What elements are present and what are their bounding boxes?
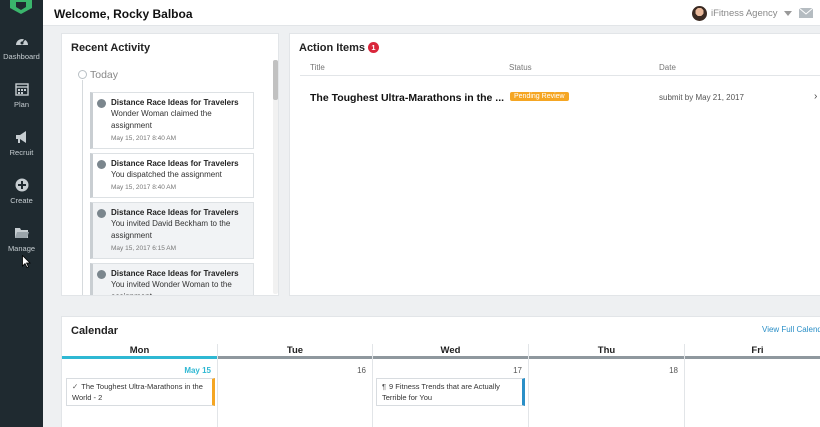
user-icon <box>97 209 106 218</box>
calendar-icon <box>14 81 30 97</box>
recent-activity-panel: Recent Activity Today Distance Race Idea… <box>61 33 279 296</box>
activity-description: You dispatched the assignment <box>111 170 222 179</box>
day-header: Mon <box>62 344 217 359</box>
activity-scrollbar[interactable] <box>273 60 278 294</box>
sidebar-item-label: Plan <box>13 100 29 109</box>
sidebar-item-label: Recruit <box>9 148 34 157</box>
timeline-dot <box>78 70 87 79</box>
scrollbar-thumb[interactable] <box>273 60 278 100</box>
activity-time: May 15, 2017 6:15 AM <box>111 245 177 252</box>
calendar-event[interactable]: ¶ 9 Fitness Trends that are Actually Terr… <box>376 378 525 406</box>
timeline-line <box>82 80 83 295</box>
calendar-event[interactable]: ✓ The Toughest Ultra-Marathons in the Wor… <box>66 378 215 406</box>
day-number: May 15 <box>184 366 211 375</box>
activity-item[interactable]: Distance Race Ideas for Travelers Wonder… <box>90 92 254 149</box>
calendar-day-mon[interactable]: Mon May 15 ✓ The Toughest Ultra-Marathons… <box>62 344 218 427</box>
sidebar-item-dashboard[interactable]: Dashboard <box>0 33 43 61</box>
welcome-message: Welcome, Rocky Balboa <box>54 7 193 21</box>
nike-icon: ✓ <box>72 382 79 391</box>
calendar-day-thu[interactable]: Thu 18 <box>529 344 685 427</box>
top-header: Welcome, Rocky Balboa iFitness Agency ⋮ <box>43 0 820 26</box>
sidebar-item-recruit[interactable]: Recruit <box>0 129 43 157</box>
activity-title: Distance Race Ideas for Travelers <box>111 269 239 278</box>
mail-icon[interactable] <box>799 8 813 18</box>
action-items-title: Action Items <box>299 42 366 54</box>
sidebar-item-plan[interactable]: Plan <box>0 81 43 109</box>
action-items-header: Title Status Date <box>300 61 820 76</box>
day-number: 18 <box>669 366 678 375</box>
arrow-circle-icon <box>97 99 106 108</box>
activity-description: Wonder Woman claimed the assignment <box>111 109 212 130</box>
day-number: 17 <box>513 366 522 375</box>
action-items-count-badge: 1 <box>368 42 379 53</box>
agency-switcher[interactable]: iFitness Agency ⋮ <box>692 5 810 21</box>
column-header-title[interactable]: Title <box>310 63 325 72</box>
event-title: 9 Fitness Trends that are Actually Terri… <box>382 382 500 402</box>
day-number: 16 <box>357 366 366 375</box>
avatar <box>692 5 707 21</box>
calendar-day-fri[interactable]: Fri <box>685 344 820 427</box>
activity-time: May 15, 2017 8:40 AM <box>111 135 177 142</box>
mouse-cursor-icon <box>22 255 31 268</box>
calendar-day-tue[interactable]: Tue 16 <box>218 344 373 427</box>
table-row[interactable]: The Toughest Ultra-Marathons in the ... … <box>300 86 820 110</box>
megaphone-icon <box>14 129 30 145</box>
sidebar-item-label: Create <box>10 196 33 205</box>
activity-title: Distance Race Ideas for Travelers <box>111 208 239 217</box>
day-header: Wed <box>373 344 528 359</box>
recent-activity-title: Recent Activity <box>71 42 151 54</box>
action-item-date: submit by May 21, 2017 <box>659 93 744 102</box>
plus-circle-icon <box>14 177 30 193</box>
activity-time: May 15, 2017 8:40 AM <box>111 184 177 191</box>
agency-name: iFitness Agency <box>711 7 778 19</box>
action-items-panel: Action Items 1 Title Status Date The Tou… <box>289 33 820 296</box>
day-header: Tue <box>218 344 372 359</box>
user-icon <box>97 270 106 279</box>
day-header: Thu <box>529 344 684 359</box>
sidebar-item-manage[interactable]: Manage <box>0 225 43 253</box>
event-title: The Toughest Ultra-Marathons in the Worl… <box>72 382 203 402</box>
action-item-title[interactable]: The Toughest Ultra-Marathons in the ... <box>310 92 504 104</box>
sidebar-item-label: Manage <box>7 244 36 253</box>
app-logo-icon[interactable] <box>7 0 35 14</box>
activity-description: You invited David Beckham to the assignm… <box>111 219 231 240</box>
activity-title: Distance Race Ideas for Travelers <box>111 159 239 168</box>
caret-down-icon <box>783 10 792 16</box>
view-full-calendar-link[interactable]: View Full Calendar <box>762 325 820 334</box>
sidebar-item-label: Dashboard <box>3 52 40 61</box>
activity-item[interactable]: Distance Race Ideas for Travelers You di… <box>90 153 254 198</box>
sidebar: Dashboard Plan Recruit Create Manage <box>0 0 43 427</box>
activity-title: Distance Race Ideas for Travelers <box>111 98 239 107</box>
activity-item[interactable]: Distance Race Ideas for Travelers You in… <box>90 263 254 295</box>
calendar-day-wed[interactable]: Wed 17 ¶ 9 Fitness Trends that are Actual… <box>373 344 529 427</box>
folder-icon <box>14 225 30 241</box>
calendar-panel: Calendar View Full Calendar Mon May 15 ✓… <box>61 316 820 427</box>
day-header: Fri <box>685 344 820 359</box>
paragraph-icon: ¶ <box>382 382 387 391</box>
dashboard-icon <box>14 33 30 49</box>
status-badge: Pending Review <box>510 92 569 101</box>
activity-item[interactable]: Distance Race Ideas for Travelers You in… <box>90 202 254 259</box>
today-label: Today <box>90 69 119 81</box>
column-header-status[interactable]: Status <box>509 63 532 72</box>
activity-description: You invited Wonder Woman to the assignme… <box>111 280 232 295</box>
calendar-title: Calendar <box>71 325 119 337</box>
arrow-circle-icon <box>97 160 106 169</box>
chevron-right-icon[interactable]: › <box>814 91 817 102</box>
column-header-date[interactable]: Date <box>659 63 676 72</box>
sidebar-item-create[interactable]: Create <box>0 177 43 205</box>
